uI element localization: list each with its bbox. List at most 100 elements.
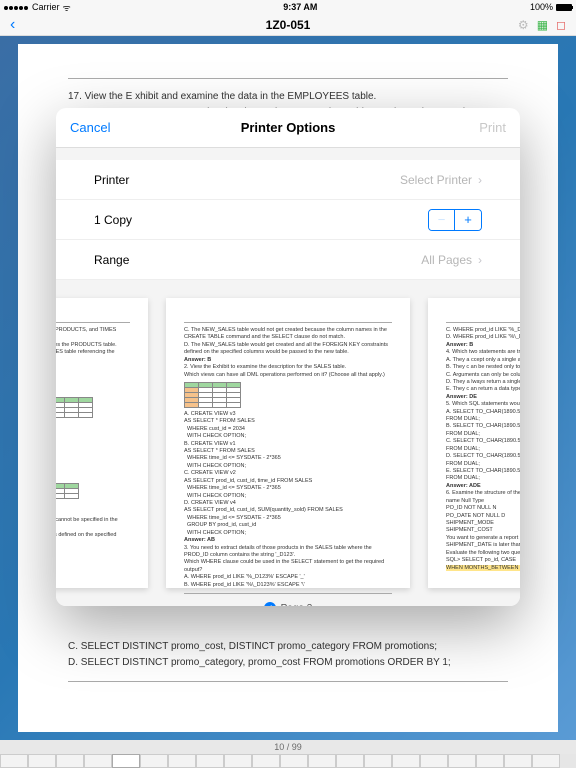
pv-text: eferences the PRODUCTS table. (56, 342, 130, 349)
pv-text: ? value cannot be specified in the (56, 517, 130, 524)
print-button[interactable]: Print (479, 120, 506, 135)
pv-text: name Null Type (446, 498, 520, 505)
stepper-plus-button[interactable]: + (455, 210, 481, 230)
pv-text: A. WHERE prod_id LIKE '%_D123%' ESCAPE '… (184, 574, 392, 581)
pv-text: AS SELECT prod_id, cust_id, SUM(quantity… (184, 507, 392, 537)
pv-text: PO_DATE NOT NULL D (446, 513, 520, 520)
pv-text: FROM DUAL; (446, 446, 520, 453)
pv-answer: Answer: DE (446, 394, 477, 400)
pv-text: SDATE) (56, 364, 130, 371)
preview-page-2[interactable]: MERS, PRODUCTS, and TIMES eferences the … (56, 298, 148, 588)
option-d: D. SELECT DISTINCT promo_category, promo… (68, 655, 508, 671)
pv-text: AS SELECT * FROM SALES WHERE cust_id = 2… (184, 418, 392, 440)
preview-page-3[interactable]: C. The NEW_SALES table would not get cre… (166, 298, 410, 588)
pv-answer: Answer: ADE (446, 483, 481, 489)
printer-value: Select Printer (400, 173, 472, 187)
pv-text: Which WHERE clause could be used in the … (184, 559, 392, 574)
pv-text: C. WHERE prod_id LIKE '%_D12 (446, 327, 520, 334)
pv-text: D. The NEW_SALES table would get created… (184, 342, 392, 357)
pv-text: C. The NEW_SALES table would not get cre… (184, 327, 392, 342)
options-list: Printer Select Printer › 1 Copy −+ Range … (56, 160, 520, 280)
stepper-minus-button[interactable]: − (429, 210, 455, 230)
pv-text: SHIPMENT_MODE (446, 520, 520, 527)
pv-text: D. CREATE VIEW v4 (184, 500, 392, 507)
pv-answer: Answer: B (184, 357, 211, 363)
chevron-right-icon: › (478, 173, 482, 187)
pv-hl-text: WHEN MONTHS_BETWEEN (shi (446, 565, 520, 571)
pv-text: B. SELECT TO_CHAR(1890.55,'$ (446, 423, 520, 430)
pv-text: D. SELECT TO_CHAR(1890.55,'$ (446, 453, 520, 460)
copies-label: 1 Copy (94, 213, 132, 227)
wifi-icon: ᯤ (63, 1, 71, 14)
thumbnails-strip[interactable] (0, 754, 576, 768)
pv-text: SHIPMENT_COST (446, 527, 520, 534)
pv-text: Which views can have all DML operations … (184, 372, 392, 379)
bookmark-icon[interactable]: ◻ (556, 18, 566, 32)
modal-header: Cancel Printer Options Print (56, 108, 520, 148)
pv-text: B. They c an be nested only to tw (446, 364, 520, 371)
pv-text: D. WHERE prod_id LIKE '%\_D12 (446, 334, 520, 341)
pv-text: SQL> SELECT po_id, CASE (446, 557, 520, 564)
signal-icon (4, 2, 29, 12)
pv-text: Evaluate the following two queries (446, 550, 520, 557)
range-row[interactable]: Range All Pages › (56, 240, 520, 280)
mini-table (56, 397, 93, 418)
checkmark-icon: ✓ (264, 602, 276, 606)
range-label: Range (94, 253, 129, 267)
pv-text: 6. Examine the structure of the SH (446, 490, 520, 497)
preview-page-label: Page 3 (281, 603, 313, 606)
pv-answer: Answer: B (446, 342, 473, 348)
settings-icon[interactable]: ⚙ (518, 18, 529, 32)
pv-text: A. CREATE VIEW v3 (184, 411, 392, 418)
pv-answer: Answer: AB (184, 537, 215, 543)
status-bar: Carrier ᯤ 9:37 AM 100% (0, 0, 576, 14)
battery-pct: 100% (530, 2, 553, 12)
pv-text: D. They a lways return a single re (446, 379, 520, 386)
mini-table (184, 382, 241, 408)
preview-page-4[interactable]: C. WHERE prod_id LIKE '%_D12 D. WHERE pr… (428, 298, 520, 588)
preview-footer: ✓ Page 3 (184, 602, 392, 606)
pv-text: C. CREATE VIEW v2 (184, 470, 392, 477)
pv-text: E. They c an return a data type (446, 386, 520, 393)
chevron-right-icon: › (478, 253, 482, 267)
pv-text: FROM DUAL; (446, 461, 520, 468)
battery-icon (556, 4, 572, 11)
pv-text: PO_ID NOT NULL N (446, 505, 520, 512)
pv-text: 5. Which SQL statements would d (446, 401, 520, 408)
back-button[interactable]: ‹ (10, 16, 15, 34)
pv-text: B. CREATE VIEW v1 (184, 441, 392, 448)
pv-text: 4. Which two statements are true (446, 349, 520, 356)
modal-title: Printer Options (56, 120, 520, 135)
pv-text: A. They a ccept only a single argu (446, 357, 520, 364)
pv-text: 2. View the Exhibit to examine the descr… (184, 364, 392, 371)
clock: 9:37 AM (283, 2, 317, 12)
copies-stepper[interactable]: −+ (428, 209, 482, 231)
pv-text: C. Arguments can only be column (446, 372, 520, 379)
printer-options-modal: Cancel Printer Options Print Printer Sel… (56, 108, 520, 606)
pv-text: AS SELECT * FROM SALES WHERE time_id <= … (184, 448, 392, 470)
print-previews[interactable]: MERS, PRODUCTS, and TIMES eferences the … (56, 280, 520, 606)
pv-text: FROM DUAL; (446, 431, 520, 438)
option-c: C. SELECT DISTINCT promo_cost, DISTINCT … (68, 639, 508, 655)
pv-text: MERS, PRODUCTS, and TIMES (56, 327, 130, 334)
pv-text: SHIPMENT_DATE is later than on (446, 542, 520, 549)
copies-row: 1 Copy −+ (56, 200, 520, 240)
pv-text: 3. You need to extract details of those … (184, 545, 392, 560)
cancel-button[interactable]: Cancel (70, 120, 110, 135)
grid-icon[interactable]: ▦ (537, 18, 548, 32)
pv-text: B. WHERE prod_id LIKE '%\_D123%' ESCAPE … (184, 582, 392, 589)
pv-text: FROM DUAL; (446, 416, 520, 423)
printer-row[interactable]: Printer Select Printer › (56, 160, 520, 200)
nav-bar: ‹ 1Z0-051 ⚙ ▦ ◻ (0, 14, 576, 36)
pv-text: E. SELECT TO_CHAR(1890.55,'$ (446, 468, 520, 475)
pv-text: nstraints defined on the specified (56, 532, 130, 539)
pv-text: C. SELECT TO_CHAR(1890.55,'$ (446, 438, 520, 445)
range-value: All Pages (421, 253, 472, 267)
printer-label: Printer (94, 173, 129, 187)
pv-text: AS SELECT prod_id, cust_id, time_id FROM… (184, 478, 392, 500)
page-counter: 10 / 99 (0, 740, 576, 754)
pv-text: A. SELECT TO_CHAR(1890.55,'$ (446, 409, 520, 416)
page-title: 1Z0-051 (0, 18, 576, 32)
question-17-line1: 17. View the E xhibit and examine the da… (68, 89, 508, 105)
pv-text: You want to generate a report (446, 535, 520, 542)
